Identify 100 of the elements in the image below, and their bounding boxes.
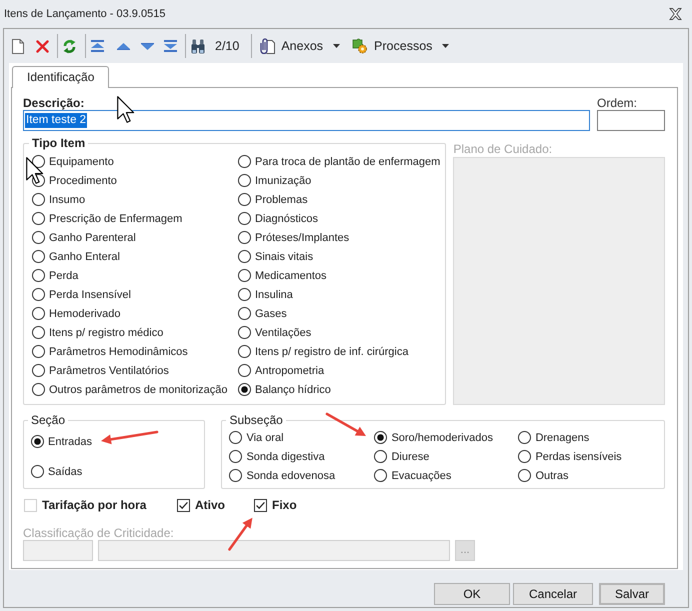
option-label[interactable]: Diurese xyxy=(391,450,430,462)
radio-button[interactable] xyxy=(32,364,45,377)
option-label[interactable]: Diagnósticos xyxy=(255,212,318,224)
processes-menu[interactable]: Processos xyxy=(352,38,450,54)
option-label[interactable]: Balanço hídrico xyxy=(255,384,331,396)
radio-button[interactable] xyxy=(229,469,242,482)
option-label[interactable]: Insumo xyxy=(49,194,86,206)
radio-button[interactable] xyxy=(32,307,45,320)
radio-button[interactable] xyxy=(238,212,251,225)
radio-button[interactable] xyxy=(238,193,251,206)
option-label[interactable]: Procedimento xyxy=(49,174,117,186)
option-label[interactable]: Perda Insensível xyxy=(49,288,131,300)
option-label[interactable]: Perdas isensíveis xyxy=(535,450,622,462)
option-label[interactable]: Hemoderivado xyxy=(49,308,121,320)
option-label[interactable]: Itens p/ registro médico xyxy=(49,326,164,338)
option-label[interactable]: Ventilações xyxy=(255,326,312,338)
option-label[interactable]: Outros parâmetros de monitorização xyxy=(49,384,228,396)
skip-to-top-icon[interactable] xyxy=(91,40,104,52)
option-label[interactable]: Entradas xyxy=(48,436,92,448)
option-label[interactable]: Parâmetros Ventilatórios xyxy=(49,364,169,376)
radio-button[interactable] xyxy=(32,269,45,282)
radio-button[interactable] xyxy=(238,345,251,358)
skip-to-bottom-icon[interactable] xyxy=(164,40,177,52)
option-label[interactable]: Equipamento xyxy=(49,156,114,168)
dialog-button[interactable]: OK xyxy=(434,583,510,605)
radio-button[interactable] xyxy=(32,193,45,206)
option-label[interactable]: Soro/hemoderivados xyxy=(391,432,493,444)
radio-button[interactable] xyxy=(238,307,251,320)
dialog-button[interactable]: Cancelar xyxy=(513,583,593,605)
radio-button[interactable] xyxy=(518,450,532,463)
option-label[interactable]: Ganho Parenteral xyxy=(49,232,136,244)
radio-button[interactable] xyxy=(238,383,251,396)
radio-button[interactable] xyxy=(32,345,45,358)
radio-button[interactable] xyxy=(31,465,44,478)
option-label[interactable]: Antropometria xyxy=(255,364,324,376)
caret-icon xyxy=(442,44,450,48)
radio-button[interactable] xyxy=(32,212,45,225)
radio-button[interactable] xyxy=(518,431,532,444)
radio-button[interactable] xyxy=(238,174,251,187)
checkbox-label[interactable]: Ativo xyxy=(195,498,225,512)
option-label[interactable]: Sonda digestiva xyxy=(246,450,325,462)
dialog-button[interactable]: Salvar xyxy=(599,583,665,605)
close-icon[interactable] xyxy=(669,8,682,20)
radio-button[interactable] xyxy=(229,431,242,444)
checkbox[interactable] xyxy=(177,498,190,512)
option-label[interactable]: Sonda edovenosa xyxy=(246,470,336,482)
radio-button[interactable] xyxy=(32,155,45,168)
radio-button[interactable] xyxy=(374,431,388,444)
radio-button[interactable] xyxy=(238,155,251,168)
radio-button[interactable] xyxy=(374,469,388,482)
option-label[interactable]: Perda xyxy=(49,270,78,282)
option-label[interactable]: Gases xyxy=(255,308,287,320)
order-field[interactable] xyxy=(597,110,665,131)
description-field[interactable]: Item teste 2 xyxy=(23,110,590,131)
radio-button[interactable] xyxy=(32,383,45,396)
attachments-menu[interactable]: Anexos xyxy=(260,38,340,54)
code-field[interactable] xyxy=(23,540,93,561)
care-plan-field[interactable] xyxy=(453,157,665,405)
checkbox-label[interactable]: Fixo xyxy=(272,498,297,512)
radio-button[interactable] xyxy=(374,450,388,463)
option-label[interactable]: Prescrição de Enfermagem xyxy=(49,212,182,224)
delete-icon[interactable] xyxy=(36,40,49,52)
option-label[interactable]: Via oral xyxy=(246,432,284,444)
option-label[interactable]: Problemas xyxy=(255,194,308,206)
up-arrow-icon[interactable] xyxy=(117,42,130,50)
radio-button[interactable] xyxy=(238,326,251,339)
checkbox[interactable] xyxy=(254,498,267,512)
option-label[interactable]: Para troca de plantão de enfermagem xyxy=(255,156,440,168)
down-arrow-icon[interactable] xyxy=(141,42,154,50)
radio-button[interactable] xyxy=(32,326,45,339)
option-label[interactable]: Próteses/Implantes xyxy=(255,232,350,244)
annotation-arrow xyxy=(99,429,160,447)
option-label[interactable]: Medicamentos xyxy=(255,270,327,282)
option-label[interactable]: Itens p/ registro de inf. cirúrgica xyxy=(255,346,408,358)
radio-button[interactable] xyxy=(238,231,251,244)
option-label[interactable]: Outras xyxy=(535,470,568,482)
radio-button[interactable] xyxy=(32,231,45,244)
radio-button[interactable] xyxy=(238,250,251,263)
radio-button[interactable] xyxy=(32,288,45,301)
radio-button[interactable] xyxy=(238,364,251,377)
radio-button[interactable] xyxy=(238,269,251,282)
radio-button[interactable] xyxy=(31,435,44,448)
option-label[interactable]: Ganho Enteral xyxy=(49,250,120,262)
option-label[interactable]: Saídas xyxy=(48,466,82,478)
radio-button[interactable] xyxy=(238,288,251,301)
radio-button[interactable] xyxy=(32,250,45,263)
option-label[interactable]: Drenagens xyxy=(535,432,590,444)
option-label[interactable]: Imunização xyxy=(255,174,312,186)
binoculars-icon[interactable] xyxy=(191,38,205,54)
option-label[interactable]: Insulina xyxy=(255,288,293,300)
field-label: Ordem: xyxy=(597,96,638,110)
radio-button[interactable] xyxy=(229,450,242,463)
refresh-icon[interactable] xyxy=(63,38,76,54)
radio-button[interactable] xyxy=(518,469,532,482)
new-document-icon[interactable] xyxy=(12,38,24,54)
option-label[interactable]: Parâmetros Hemodinâmicos xyxy=(49,346,188,358)
criticality-field[interactable] xyxy=(98,540,450,561)
option-label[interactable]: Sinais vitais xyxy=(255,250,314,262)
tab[interactable]: Identificação xyxy=(12,66,110,88)
option-label[interactable]: Evacuações xyxy=(391,470,452,482)
